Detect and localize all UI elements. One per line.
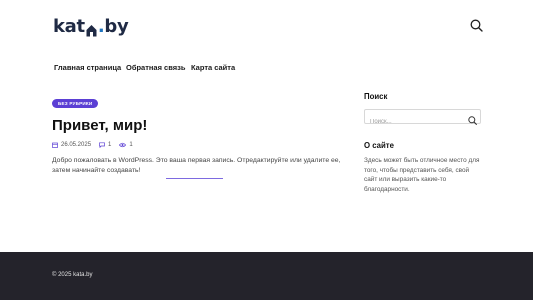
search-form [364, 109, 481, 129]
post-date: 26.05.2025 [52, 142, 91, 148]
category-badge[interactable]: БЕЗ РУБРИКИ [52, 99, 99, 108]
logo-text-left: kat [53, 16, 85, 37]
logo-text-right: by [104, 16, 129, 37]
house-icon [86, 21, 97, 37]
post-title[interactable]: Привет, мир! [52, 118, 342, 134]
search-submit-icon[interactable] [468, 112, 477, 125]
post-comments-count: 1 [108, 142, 112, 148]
post-divider [166, 178, 223, 179]
search-icon[interactable] [470, 19, 483, 32]
post-comments[interactable]: 1 [99, 142, 111, 148]
site-header: kat . by [0, 0, 533, 52]
post-date-text: 26.05.2025 [61, 142, 92, 148]
site-footer: © 2025 kata.by [0, 252, 533, 300]
comment-icon [99, 142, 105, 148]
nav-item-home[interactable]: Главная страница [54, 63, 121, 72]
post-meta: 26.05.2025 1 1 [52, 141, 342, 149]
site-logo[interactable]: kat . by [53, 16, 129, 37]
post-views: 1 [119, 142, 133, 148]
post-views-count: 1 [129, 142, 133, 148]
footer-copyright: © 2025 kata.by [52, 272, 93, 278]
post-excerpt: Добро пожаловать в WordPress. Это ваша п… [52, 157, 341, 174]
nav-item-feedback[interactable]: Обратная связь [126, 63, 185, 72]
about-widget-title: О сайте [364, 141, 394, 150]
eye-icon [119, 142, 127, 148]
search-widget-title: Поиск [364, 92, 388, 101]
post-card: БЕЗ РУБРИКИ Привет, мир! 26.05.2025 1 1 … [52, 92, 342, 179]
main-navigation: Главная страница Обратная связь Карта са… [0, 52, 533, 80]
search-input[interactable] [365, 115, 465, 129]
calendar-icon [52, 142, 58, 148]
nav-item-sitemap[interactable]: Карта сайта [191, 63, 235, 72]
about-widget-text: Здесь может быть отличное место для того… [364, 157, 480, 193]
sidebar: Поиск О сайте Здесь может быть отличное … [364, 92, 482, 194]
